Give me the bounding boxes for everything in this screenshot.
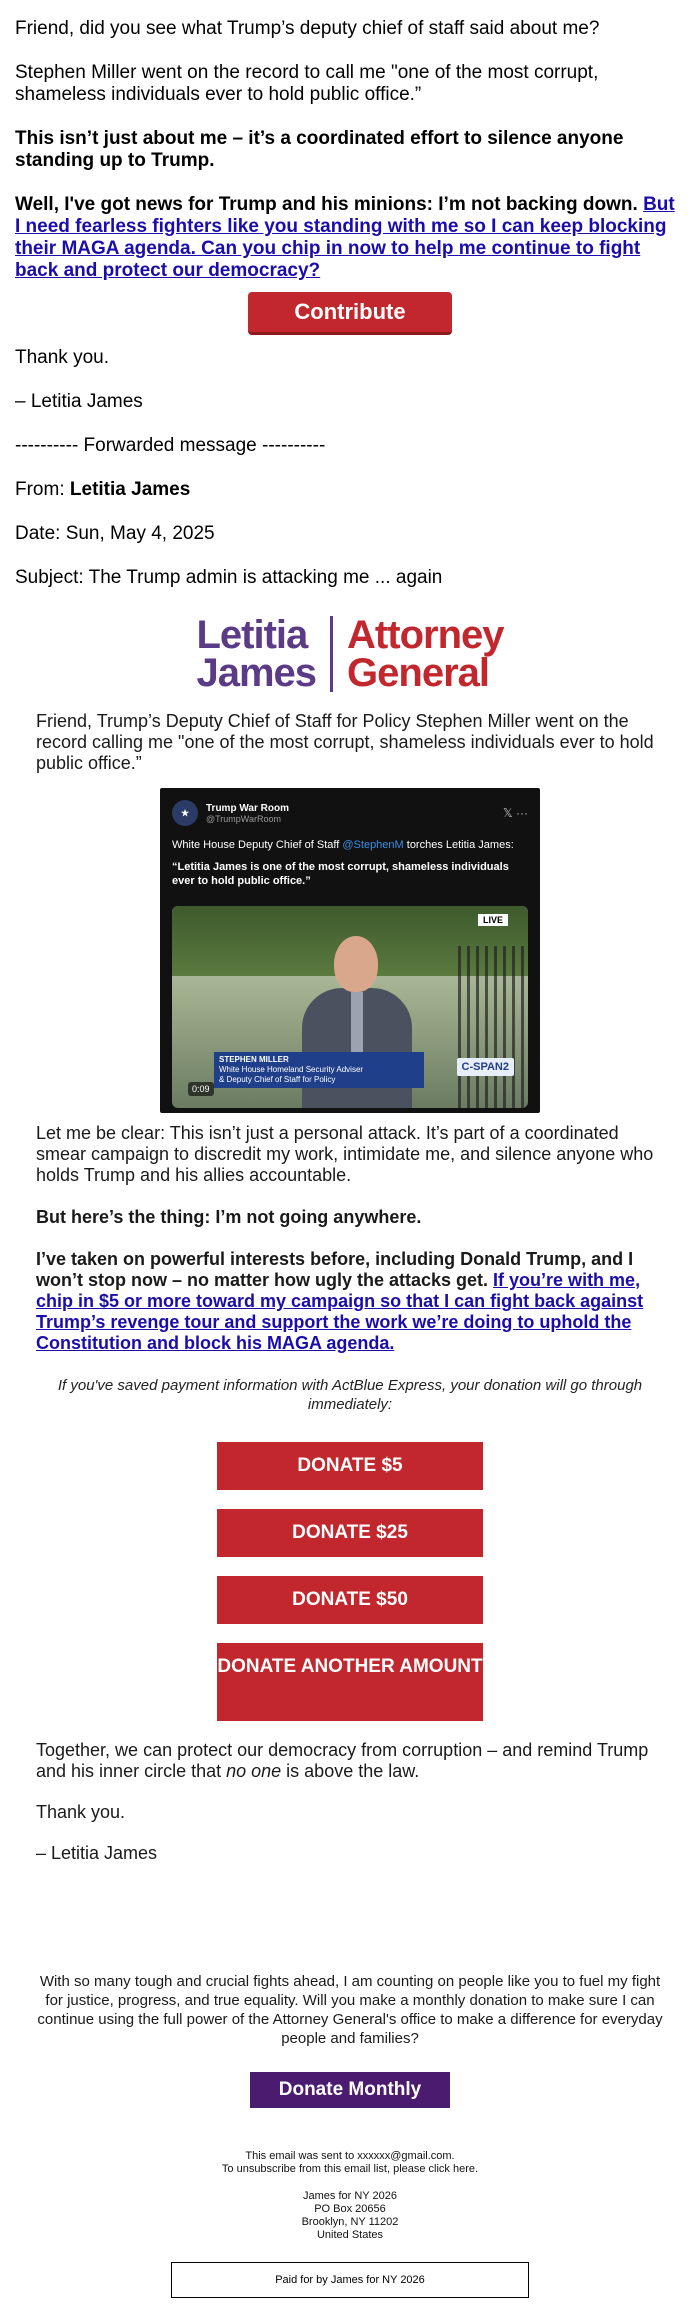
address-line-2: PO Box 20656: [314, 2203, 386, 2215]
intro-line-3: This isn’t just about me – it’s a coordi…: [15, 128, 624, 171]
video-frame[interactable]: LIVE STEPHEN MILLER White House Homeland…: [172, 906, 528, 1108]
paid-for-disclaimer: Paid for by James for NY 2026: [171, 2262, 529, 2298]
intro-line-1: Friend, did you see what Trump’s deputy …: [15, 18, 600, 39]
post-mention[interactable]: @StephenM: [342, 839, 403, 851]
account-info: Trump War Room @TrumpWarRoom: [206, 803, 289, 824]
video-duration: 0:09: [188, 1082, 214, 1096]
email-body: Friend, did you see what Trump’s deputy …: [0, 0, 700, 2298]
forward-from-name: Letitia James: [69, 479, 191, 500]
donate-25-button[interactable]: DONATE $25: [217, 1509, 483, 1557]
body-thanks: Thank you.: [36, 1802, 126, 1822]
forwarded-header: ---------- Forwarded message ---------- …: [15, 435, 685, 589]
donate-5-button[interactable]: DONATE $5: [217, 1442, 483, 1490]
actblue-express-note: If you've saved payment information with…: [57, 1377, 643, 1413]
account-name: Trump War Room: [206, 802, 289, 814]
donate-other-amount-button[interactable]: DONATE ANOTHER AMOUNT: [217, 1643, 483, 1721]
forward-divider: ---------- Forwarded message ----------: [15, 435, 326, 456]
logo-title-general: General: [347, 651, 490, 695]
forward-subject: Subject: The Trump admin is attacking me…: [15, 567, 443, 588]
intro-line-4-bold: Well, I've got news for Trump and his mi…: [15, 194, 644, 215]
post-quote: “Letitia James is one of the most corrup…: [172, 861, 509, 887]
forward-from-label: From:: [15, 479, 70, 500]
body-signature: – Letitia James: [36, 1843, 158, 1863]
logo-title: Attorney General: [347, 613, 504, 695]
address-line-3: Brooklyn, NY 11202: [301, 2216, 399, 2228]
logo-divider: [330, 616, 334, 692]
logo-name: Letitia James: [196, 613, 317, 695]
body-paragraph-5: Together, we can protect our democracy f…: [36, 1740, 664, 1782]
speaker-head: [334, 936, 378, 992]
live-badge: LIVE: [477, 914, 508, 926]
logo-name-last: James: [196, 651, 317, 695]
sent-to-notice: This email was sent to xxxxxx@gmail.com.: [245, 2150, 455, 2162]
email-notice: This email was sent to xxxxxx@gmail.com.…: [0, 2150, 700, 2176]
forward-date: Date: Sun, May 4, 2025: [15, 523, 215, 544]
intro-section: Friend, did you see what Trump’s deputy …: [0, 0, 700, 589]
body-paragraph-3: But here’s the thing: I’m not going anyw…: [36, 1207, 422, 1227]
x-logo-icon: 𝕏 ···: [503, 806, 528, 820]
intro-line-4: Well, I've got news for Trump and his mi…: [15, 194, 685, 282]
mailing-address: James for NY 2026 PO Box 20656 Brooklyn,…: [0, 2190, 700, 2242]
lower-third-name: STEPHEN MILLER: [219, 1055, 289, 1064]
post-text: White House Deputy Chief of Staff @Steph…: [160, 826, 540, 852]
unsubscribe-link[interactable]: To unsubscribe from this email list, ple…: [0, 2163, 700, 2176]
lower-third-title-2: & Deputy Chief of Staff for Policy: [219, 1075, 336, 1084]
address-line-4: United States: [316, 2229, 384, 2241]
donate-50-button[interactable]: DONATE $50: [217, 1576, 483, 1624]
account-handle: @TrumpWarRoom: [206, 813, 281, 824]
account-avatar: ★: [172, 800, 198, 826]
body-paragraph-5-em: no one: [226, 1761, 282, 1781]
attorney-general-logo: Letitia James Attorney General: [0, 615, 700, 693]
main-body: Friend, Trump’s Deputy Chief of Staff fo…: [0, 711, 700, 1864]
video-background-fence: [458, 946, 528, 1108]
body-paragraph-1: Friend, Trump’s Deputy Chief of Staff fo…: [36, 711, 654, 773]
monthly-ask: With so many tough and crucial fights ah…: [37, 1973, 663, 2047]
lower-third: STEPHEN MILLER White House Homeland Secu…: [214, 1052, 424, 1088]
address-line-1: James for NY 2026: [303, 2190, 397, 2202]
body-paragraph-4: I’ve taken on powerful interests before,…: [36, 1249, 664, 1354]
contribute-button[interactable]: Contribute: [248, 292, 452, 335]
post-text-b: torches Letitia James:: [403, 839, 514, 851]
donate-monthly-button[interactable]: Donate Monthly: [250, 2072, 450, 2108]
forward-from: From: Letitia James: [15, 479, 685, 501]
lower-third-title-1: White House Homeland Security Adviser: [219, 1065, 364, 1074]
intro-signature: – Letitia James: [15, 391, 143, 412]
network-logo: C-SPAN2: [456, 1058, 514, 1076]
body-paragraph-5-b: is above the law.: [281, 1761, 420, 1781]
donate-buttons: DONATE $5 DONATE $25 DONATE $50 DONATE A…: [36, 1442, 664, 1721]
body-paragraph-2: Let me be clear: This isn’t just a perso…: [36, 1123, 654, 1185]
intro-thanks: Thank you.: [15, 347, 109, 368]
embedded-video-post[interactable]: ★ Trump War Room @TrumpWarRoom 𝕏 ··· Whi…: [160, 788, 540, 1113]
logo-title-attorney: Attorney: [347, 613, 504, 657]
logo-name-first: Letitia: [196, 613, 308, 657]
intro-line-2: Stephen Miller went on the record to cal…: [15, 62, 599, 105]
post-header: ★ Trump War Room @TrumpWarRoom 𝕏 ···: [160, 788, 540, 826]
post-text-a: White House Deputy Chief of Staff: [172, 839, 343, 851]
